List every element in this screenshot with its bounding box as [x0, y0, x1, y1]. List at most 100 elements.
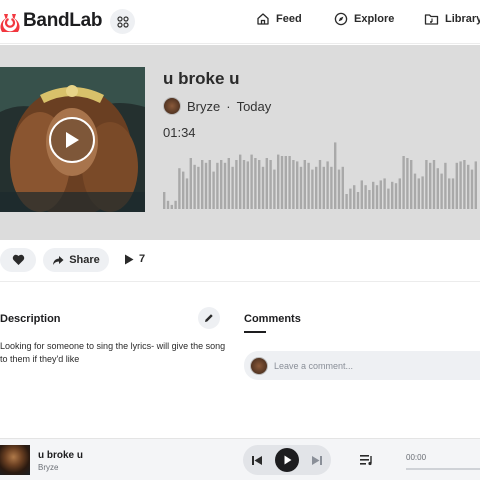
- waveform-bar: [394, 183, 398, 209]
- waveform-bar: [185, 178, 189, 209]
- playback-controls: [243, 445, 331, 475]
- waveform-bar: [269, 160, 272, 209]
- waveform-bar: [368, 190, 371, 209]
- waveform-bar: [364, 185, 367, 209]
- waveform-bar: [334, 142, 337, 209]
- comments-tab[interactable]: Comments: [244, 313, 301, 325]
- waveform-bar: [216, 162, 219, 209]
- waveform[interactable]: [163, 141, 480, 209]
- waveform-bar: [258, 160, 261, 209]
- user-avatar: [250, 356, 268, 375]
- player-track-title[interactable]: u broke u: [38, 450, 83, 461]
- waveform-bar: [277, 154, 280, 209]
- waveform-bar: [227, 158, 230, 209]
- waveform-bar: [201, 160, 204, 209]
- waveform-bar: [455, 162, 458, 209]
- waveform-bar: [250, 154, 253, 209]
- waveform-bar: [246, 161, 249, 209]
- artist-avatar[interactable]: [163, 97, 181, 115]
- next-button[interactable]: [311, 455, 323, 466]
- waveform-bar: [307, 162, 310, 209]
- waveform-bar: [463, 160, 466, 209]
- waveform-bar: [273, 169, 276, 209]
- play-pause-button[interactable]: [275, 448, 299, 472]
- bottom-player: u broke u Bryze 00:00: [0, 438, 480, 480]
- waveform-bar: [356, 192, 360, 209]
- waveform-bar: [326, 161, 329, 209]
- top-nav: BandLab Feed Explore Library: [0, 0, 480, 44]
- waveform-bar: [299, 166, 303, 209]
- waveform-bar: [178, 168, 181, 209]
- track-cover-art[interactable]: [0, 67, 145, 212]
- play-count: 7: [124, 253, 145, 265]
- comment-input[interactable]: [274, 360, 464, 371]
- waveform-bar: [444, 162, 447, 209]
- queue-icon: [360, 455, 372, 466]
- waveform-bar: [372, 181, 375, 209]
- meta-separator: ·: [226, 98, 231, 114]
- heart-icon: [12, 254, 24, 265]
- nav-library-label: Library: [445, 13, 480, 25]
- progress-bar[interactable]: [406, 468, 480, 470]
- app-root: BandLab Feed Explore Library u broke u B…: [0, 0, 480, 480]
- player-thumbnail[interactable]: [0, 445, 30, 475]
- waveform-bar: [166, 200, 170, 209]
- artist-name[interactable]: Bryze: [187, 99, 220, 114]
- bandlab-logo[interactable]: BandLab: [0, 10, 102, 32]
- like-button[interactable]: [0, 248, 36, 272]
- nav-explore[interactable]: Explore: [334, 12, 394, 26]
- waveform-bar: [467, 164, 470, 209]
- waveform-bar: [391, 181, 394, 209]
- waveform-bar: [242, 160, 246, 209]
- nav-feed[interactable]: Feed: [256, 12, 302, 26]
- waveform-bar: [261, 166, 265, 209]
- track-header: u broke u Bryze · Today 01:34: [0, 45, 480, 240]
- waveform-bar: [303, 160, 306, 209]
- waveform-bar: [474, 161, 477, 209]
- play-icon: [66, 132, 79, 148]
- nav-library[interactable]: Library: [424, 12, 480, 26]
- waveform-bar: [440, 173, 443, 209]
- waveform-bar: [448, 178, 451, 209]
- waveform-bar: [292, 160, 295, 209]
- waveform-bar: [193, 164, 196, 209]
- waveform-bar: [387, 188, 390, 209]
- section-divider: [0, 281, 480, 282]
- apps-grid-button[interactable]: [110, 9, 135, 34]
- grid-icon: [116, 15, 129, 28]
- elapsed-time: 00:00: [406, 453, 427, 462]
- play-count-value: 7: [139, 253, 146, 265]
- queue-button[interactable]: [360, 453, 374, 471]
- comment-box: [244, 351, 480, 380]
- waveform-bar: [296, 161, 299, 209]
- waveform-bar: [398, 178, 401, 209]
- waveform-bar: [429, 162, 432, 209]
- player-artist-name[interactable]: Bryze: [38, 463, 58, 472]
- waveform-bar: [163, 192, 166, 209]
- waveform-bar: [189, 158, 192, 209]
- waveform-bar: [204, 162, 208, 209]
- share-arrow-icon: [53, 255, 64, 265]
- waveform-bar: [410, 160, 413, 209]
- edit-description-button[interactable]: [198, 307, 220, 329]
- skip-next-icon: [312, 455, 322, 465]
- share-button[interactable]: Share: [43, 248, 109, 272]
- home-icon: [257, 13, 269, 25]
- waveform-bar: [421, 176, 424, 209]
- waveform-bar: [436, 168, 439, 209]
- waveform-bar: [322, 166, 325, 209]
- waveform-bar: [235, 160, 238, 209]
- play-icon: [284, 455, 291, 465]
- waveform-bar: [345, 194, 348, 209]
- compass-icon: [334, 12, 348, 26]
- previous-button[interactable]: [251, 455, 263, 466]
- waveform-bar: [223, 162, 227, 209]
- waveform-bar: [182, 171, 185, 209]
- track-actions: Share 7: [0, 248, 480, 272]
- cover-play-button[interactable]: [49, 117, 95, 163]
- waveform-bar: [208, 160, 211, 209]
- waveform-bar: [360, 180, 363, 209]
- waveform-bar: [254, 158, 257, 209]
- waveform-bar: [212, 171, 215, 209]
- waveform-bar: [318, 160, 322, 209]
